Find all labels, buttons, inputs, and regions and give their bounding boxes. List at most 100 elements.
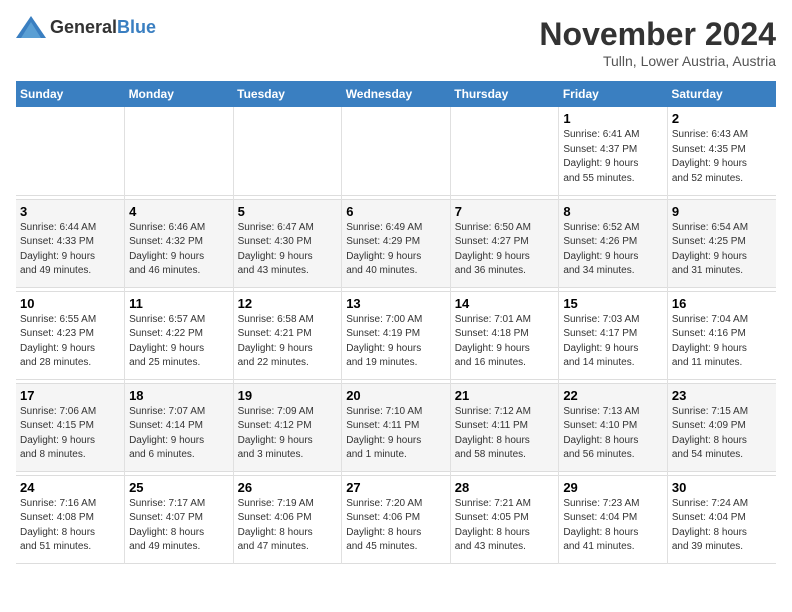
day-info: Sunrise: 7:00 AM Sunset: 4:19 PM Dayligh… xyxy=(346,313,446,371)
day-number: 28 xyxy=(455,480,555,495)
day-info: Sunrise: 7:06 AM Sunset: 4:15 PM Dayligh… xyxy=(20,405,120,463)
weekday-header-thursday: Thursday xyxy=(450,81,559,107)
calendar-cell: 30 Sunrise: 7:24 AM Sunset: 4:04 PM Dayli… xyxy=(667,475,776,563)
day-number: 14 xyxy=(455,296,555,311)
calendar-cell: 13 Sunrise: 7:00 AM Sunset: 4:19 PM Dayli… xyxy=(342,291,451,379)
weekday-header-wednesday: Wednesday xyxy=(342,81,451,107)
day-info: Sunrise: 7:07 AM Sunset: 4:14 PM Dayligh… xyxy=(129,405,229,463)
calendar-cell xyxy=(233,107,342,195)
day-info: Sunrise: 6:58 AM Sunset: 4:21 PM Dayligh… xyxy=(238,313,338,371)
calendar-cell: 14 Sunrise: 7:01 AM Sunset: 4:18 PM Dayli… xyxy=(450,291,559,379)
day-number: 6 xyxy=(346,204,446,219)
day-info: Sunrise: 6:44 AM Sunset: 4:33 PM Dayligh… xyxy=(20,221,120,279)
calendar-cell: 27Sunrise: 7:20 AM Sunset: 4:06 PM Dayli… xyxy=(342,475,451,563)
day-info: Sunrise: 6:50 AM Sunset: 4:27 PM Dayligh… xyxy=(455,221,555,279)
day-info: Sunrise: 7:01 AM Sunset: 4:18 PM Dayligh… xyxy=(455,313,555,371)
calendar-cell: 22 Sunrise: 7:13 AM Sunset: 4:10 PM Dayli… xyxy=(559,383,668,471)
day-number: 20 xyxy=(346,388,446,403)
calendar-cell: 25Sunrise: 7:17 AM Sunset: 4:07 PM Dayli… xyxy=(125,475,234,563)
calendar-cell: 11 Sunrise: 6:57 AM Sunset: 4:22 PM Dayli… xyxy=(125,291,234,379)
day-info: Sunrise: 7:17 AM Sunset: 4:07 PM Dayligh… xyxy=(129,497,229,555)
day-number: 8 xyxy=(563,204,663,219)
day-number: 26 xyxy=(238,480,338,495)
day-number: 18 xyxy=(129,388,229,403)
day-info: Sunrise: 7:03 AM Sunset: 4:17 PM Dayligh… xyxy=(563,313,663,371)
calendar-cell: 6 Sunrise: 6:49 AM Sunset: 4:29 PM Daylig… xyxy=(342,199,451,287)
calendar-week-1: 1 Sunrise: 6:41 AM Sunset: 4:37 PM Daylig… xyxy=(16,107,776,195)
calendar-cell: 9Sunrise: 6:54 AM Sunset: 4:25 PM Daylig… xyxy=(667,199,776,287)
calendar-cell: 20 Sunrise: 7:10 AM Sunset: 4:11 PM Dayli… xyxy=(342,383,451,471)
day-info: Sunrise: 7:13 AM Sunset: 4:10 PM Dayligh… xyxy=(563,405,663,463)
calendar-cell xyxy=(125,107,234,195)
calendar-cell: 1 Sunrise: 6:41 AM Sunset: 4:37 PM Daylig… xyxy=(559,107,668,195)
day-number: 27 xyxy=(346,480,446,495)
day-info: Sunrise: 7:21 AM Sunset: 4:05 PM Dayligh… xyxy=(455,497,555,555)
calendar-cell xyxy=(450,107,559,195)
day-number: 1 xyxy=(563,111,663,126)
main-title: November 2024 xyxy=(539,16,776,53)
calendar-cell: 15 Sunrise: 7:03 AM Sunset: 4:17 PM Dayli… xyxy=(559,291,668,379)
calendar-cell: 23Sunrise: 7:15 AM Sunset: 4:09 PM Dayli… xyxy=(667,383,776,471)
day-number: 30 xyxy=(672,480,772,495)
calendar-cell: 17 Sunrise: 7:06 AM Sunset: 4:15 PM Dayli… xyxy=(16,383,125,471)
day-number: 23 xyxy=(672,388,772,403)
day-number: 24 xyxy=(20,480,120,495)
calendar-cell: 5Sunrise: 6:47 AM Sunset: 4:30 PM Daylig… xyxy=(233,199,342,287)
day-number: 19 xyxy=(238,388,338,403)
day-number: 17 xyxy=(20,388,120,403)
day-number: 7 xyxy=(455,204,555,219)
day-info: Sunrise: 7:16 AM Sunset: 4:08 PM Dayligh… xyxy=(20,497,120,555)
day-info: Sunrise: 7:10 AM Sunset: 4:11 PM Dayligh… xyxy=(346,405,446,463)
calendar-cell xyxy=(16,107,125,195)
day-number: 11 xyxy=(129,296,229,311)
logo-blue: Blue xyxy=(117,17,156,37)
day-info: Sunrise: 6:46 AM Sunset: 4:32 PM Dayligh… xyxy=(129,221,229,279)
day-number: 12 xyxy=(238,296,338,311)
weekday-header-monday: Monday xyxy=(125,81,234,107)
day-info: Sunrise: 7:19 AM Sunset: 4:06 PM Dayligh… xyxy=(238,497,338,555)
calendar-cell: 24 Sunrise: 7:16 AM Sunset: 4:08 PM Dayli… xyxy=(16,475,125,563)
calendar-table: SundayMondayTuesdayWednesdayThursdayFrid… xyxy=(16,81,776,564)
calendar-cell: 19 Sunrise: 7:09 AM Sunset: 4:12 PM Dayli… xyxy=(233,383,342,471)
day-info: Sunrise: 7:09 AM Sunset: 4:12 PM Dayligh… xyxy=(238,405,338,463)
calendar-cell: 26 Sunrise: 7:19 AM Sunset: 4:06 PM Dayli… xyxy=(233,475,342,563)
calendar-cell: 8Sunrise: 6:52 AM Sunset: 4:26 PM Daylig… xyxy=(559,199,668,287)
logo-icon xyxy=(16,16,46,38)
weekday-header-sunday: Sunday xyxy=(16,81,125,107)
calendar-cell: 7 Sunrise: 6:50 AM Sunset: 4:27 PM Daylig… xyxy=(450,199,559,287)
day-info: Sunrise: 6:43 AM Sunset: 4:35 PM Dayligh… xyxy=(672,128,772,186)
day-info: Sunrise: 6:57 AM Sunset: 4:22 PM Dayligh… xyxy=(129,313,229,371)
day-number: 13 xyxy=(346,296,446,311)
day-info: Sunrise: 6:55 AM Sunset: 4:23 PM Dayligh… xyxy=(20,313,120,371)
weekday-header-friday: Friday xyxy=(559,81,668,107)
day-info: Sunrise: 7:04 AM Sunset: 4:16 PM Dayligh… xyxy=(672,313,772,371)
day-info: Sunrise: 7:24 AM Sunset: 4:04 PM Dayligh… xyxy=(672,497,772,555)
calendar-cell: 2Sunrise: 6:43 AM Sunset: 4:35 PM Daylig… xyxy=(667,107,776,195)
calendar-week-5: 24 Sunrise: 7:16 AM Sunset: 4:08 PM Dayli… xyxy=(16,475,776,563)
day-info: Sunrise: 6:49 AM Sunset: 4:29 PM Dayligh… xyxy=(346,221,446,279)
day-info: Sunrise: 7:23 AM Sunset: 4:04 PM Dayligh… xyxy=(563,497,663,555)
logo: GeneralBlue xyxy=(16,16,156,38)
calendar-cell: 10Sunrise: 6:55 AM Sunset: 4:23 PM Dayli… xyxy=(16,291,125,379)
day-number: 21 xyxy=(455,388,555,403)
title-area: November 2024 Tulln, Lower Austria, Aust… xyxy=(539,16,776,69)
calendar-cell: 18 Sunrise: 7:07 AM Sunset: 4:14 PM Dayli… xyxy=(125,383,234,471)
calendar-cell: 4 Sunrise: 6:46 AM Sunset: 4:32 PM Daylig… xyxy=(125,199,234,287)
day-number: 5 xyxy=(238,204,338,219)
calendar-cell: 21Sunrise: 7:12 AM Sunset: 4:11 PM Dayli… xyxy=(450,383,559,471)
day-info: Sunrise: 6:54 AM Sunset: 4:25 PM Dayligh… xyxy=(672,221,772,279)
calendar-cell: 28 Sunrise: 7:21 AM Sunset: 4:05 PM Dayli… xyxy=(450,475,559,563)
logo-general: General xyxy=(50,17,117,37)
calendar-week-3: 10Sunrise: 6:55 AM Sunset: 4:23 PM Dayli… xyxy=(16,291,776,379)
day-number: 29 xyxy=(563,480,663,495)
calendar-week-4: 17 Sunrise: 7:06 AM Sunset: 4:15 PM Dayli… xyxy=(16,383,776,471)
day-number: 16 xyxy=(672,296,772,311)
calendar-cell: 12 Sunrise: 6:58 AM Sunset: 4:21 PM Dayli… xyxy=(233,291,342,379)
weekday-header-tuesday: Tuesday xyxy=(233,81,342,107)
day-number: 4 xyxy=(129,204,229,219)
day-number: 22 xyxy=(563,388,663,403)
day-info: Sunrise: 6:41 AM Sunset: 4:37 PM Dayligh… xyxy=(563,128,663,186)
calendar-cell: 3Sunrise: 6:44 AM Sunset: 4:33 PM Daylig… xyxy=(16,199,125,287)
subtitle: Tulln, Lower Austria, Austria xyxy=(539,53,776,69)
day-number: 15 xyxy=(563,296,663,311)
